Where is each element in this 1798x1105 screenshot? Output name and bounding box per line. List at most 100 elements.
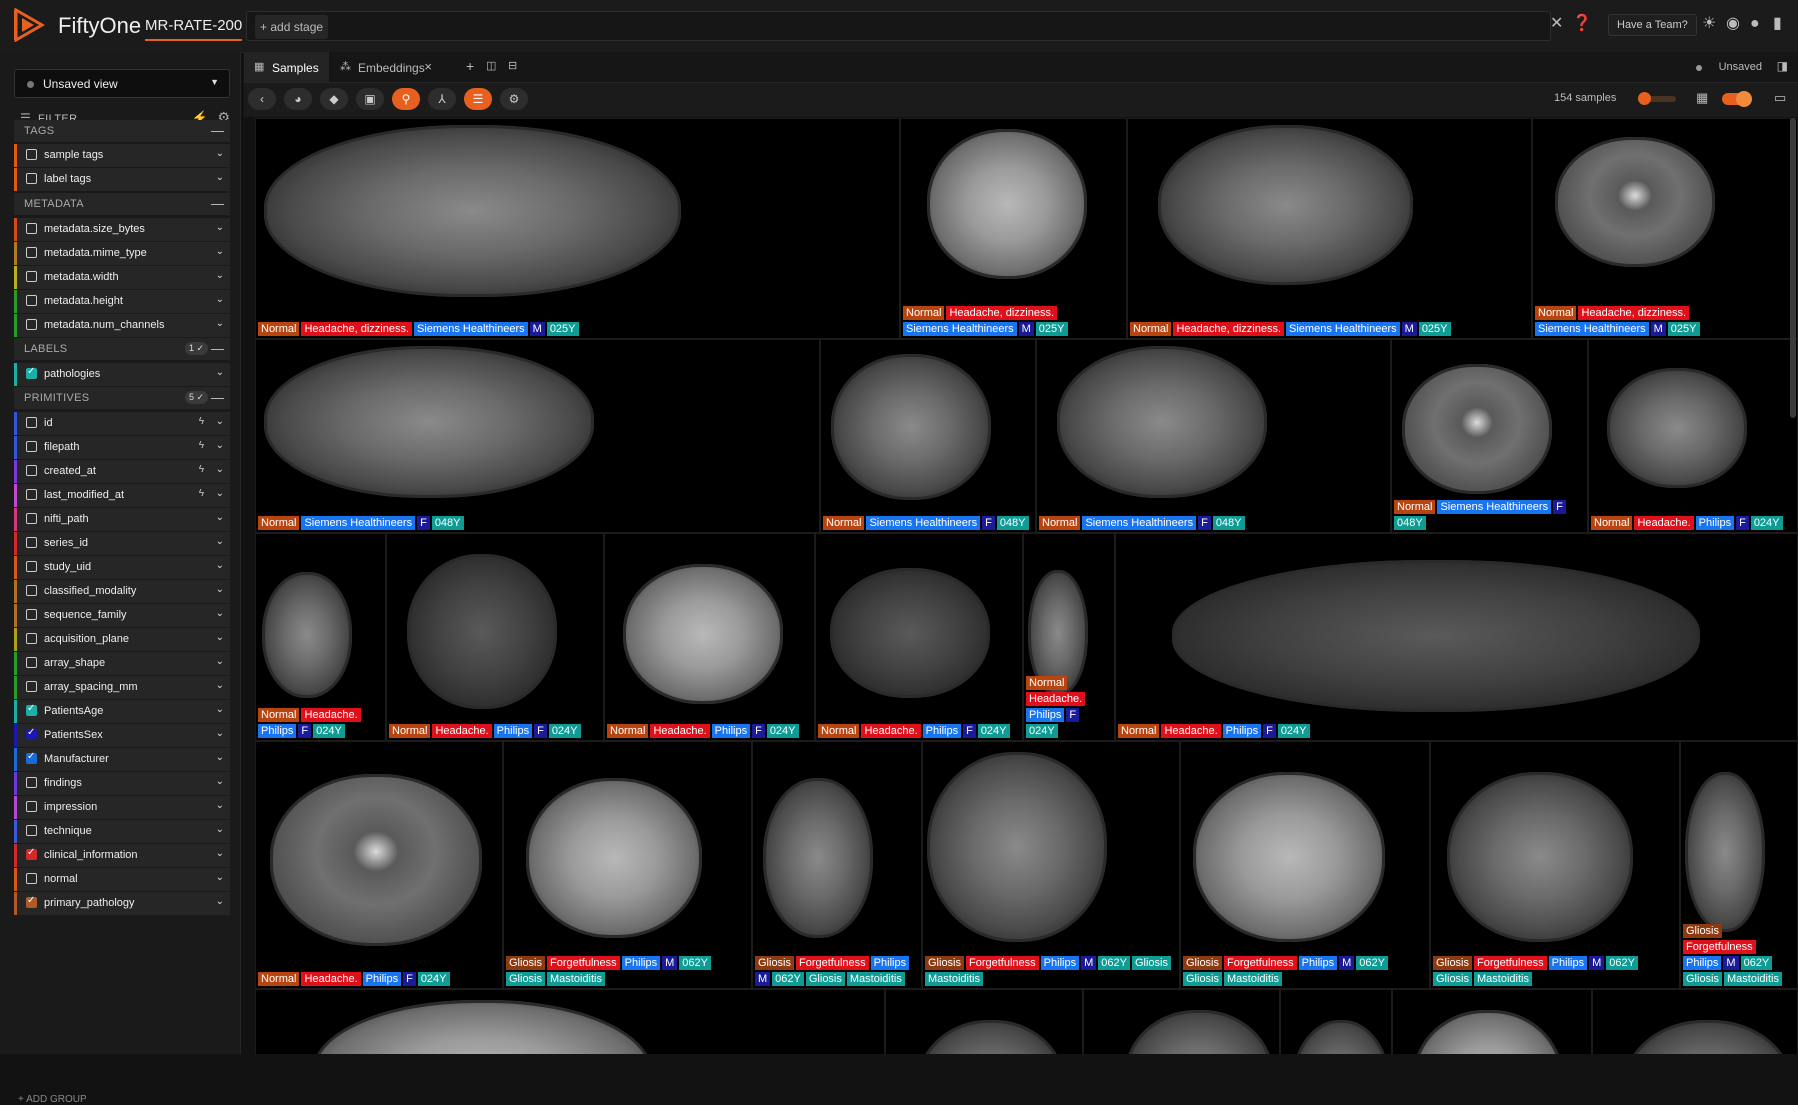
chevron-down-icon[interactable]: ⌄	[216, 440, 224, 451]
split-horizontal-icon[interactable]: ◫	[486, 59, 496, 72]
color-palette-icon[interactable]: ◕	[284, 88, 312, 110]
chevron-down-icon[interactable]: ⌄	[216, 848, 224, 859]
collapse-icon[interactable]: —	[211, 196, 224, 211]
tab-embeddings[interactable]: ⁂ Embeddings ×	[330, 52, 440, 82]
grid-scrollbar[interactable]	[1790, 118, 1796, 418]
github-icon[interactable]: ●	[1750, 15, 1760, 33]
sample-tile[interactable]: Normal Siemens Healthineers F 048Y	[1391, 339, 1588, 533]
sidebar-field-classified-modality[interactable]: classified_modality ⌄	[14, 580, 230, 603]
field-checkbox[interactable]	[26, 727, 37, 740]
sidebar-field-array-spacing-mm[interactable]: array_spacing_mm ⌄	[14, 676, 230, 699]
back-icon[interactable]: ‹	[248, 88, 276, 110]
field-checkbox[interactable]	[26, 465, 37, 476]
collapse-icon[interactable]: —	[211, 123, 224, 138]
sidebar-field-metadata-size-bytes[interactable]: metadata.size_bytes ⌄	[14, 218, 230, 241]
sample-tile[interactable]: Gliosis Forgetfulness Philips M 062Y Gliosis M…	[1680, 741, 1798, 989]
sidebar-field-nifti-path[interactable]: nifti_path ⌄	[14, 508, 230, 531]
field-checkbox[interactable]	[26, 847, 37, 860]
sample-tile[interactable]	[1280, 989, 1392, 1054]
chevron-down-icon[interactable]: ⌄	[216, 896, 224, 907]
section-tags[interactable]: TAGS —	[14, 120, 230, 142]
app-name[interactable]: FiftyOne	[58, 13, 141, 39]
field-checkbox[interactable]	[26, 441, 37, 452]
chevron-down-icon[interactable]: ⌄	[216, 512, 224, 523]
chevron-down-icon[interactable]: ⌄	[216, 294, 224, 305]
sample-tile[interactable]: Normal Headache. Philips F 024Y	[604, 533, 815, 741]
chevron-down-icon[interactable]: ⌄	[216, 608, 224, 619]
sample-tile[interactable]: Normal Headache, dizziness. Siemens Health…	[900, 118, 1127, 339]
sample-tile[interactable]	[1592, 989, 1798, 1054]
field-checkbox[interactable]	[26, 801, 37, 812]
field-checkbox[interactable]	[26, 681, 37, 692]
field-checkbox[interactable]	[26, 271, 37, 282]
docs-icon[interactable]: ▮	[1773, 15, 1782, 33]
chevron-down-icon[interactable]: ⌄	[216, 776, 224, 787]
sidebar-field-series-id[interactable]: series_id ⌄	[14, 532, 230, 555]
chevron-down-icon[interactable]: ⌄	[216, 872, 224, 883]
theme-toggle-icon[interactable]: ☀	[1702, 15, 1716, 33]
sample-tile[interactable]	[885, 989, 1083, 1054]
section-primitives[interactable]: PRIMITIVES 5 ✓ —	[14, 387, 230, 409]
chevron-down-icon[interactable]: ⌄	[216, 488, 224, 499]
sample-tile[interactable]: Normal Headache. Philips F 024Y	[815, 533, 1023, 741]
chevron-down-icon[interactable]: ⌄	[216, 148, 224, 159]
chevron-down-icon[interactable]: ⌄	[216, 246, 224, 257]
view-bar[interactable]: + add stage	[246, 11, 1551, 41]
tag-icon[interactable]: ◆	[320, 88, 348, 110]
dataset-selector[interactable]: MR-RATE-200	[145, 17, 243, 41]
chevron-down-icon[interactable]: ⌄	[216, 656, 224, 667]
sidebar-field-sample-tags[interactable]: sample tags ⌄	[14, 144, 230, 167]
add-panel-icon[interactable]: +	[466, 58, 474, 74]
field-checkbox[interactable]	[26, 895, 37, 908]
help-icon[interactable]: ❓	[1572, 15, 1592, 33]
chevron-down-icon[interactable]: ⌄	[216, 728, 224, 739]
chevron-down-icon[interactable]: ⌄	[216, 222, 224, 233]
sample-tile[interactable]: Gliosis Forgetfulness Philips M 062Y Gliosis M…	[922, 741, 1180, 989]
field-checkbox[interactable]	[26, 633, 37, 644]
sample-tile[interactable]	[1392, 989, 1592, 1054]
sample-tile[interactable]: Normal Headache. Philips F 024Y	[386, 533, 604, 741]
slider-knob[interactable]	[1638, 92, 1651, 105]
sidebar-field-technique[interactable]: technique ⌄	[14, 820, 230, 843]
field-checkbox[interactable]	[26, 777, 37, 788]
sidebar-field-study-uid[interactable]: study_uid ⌄	[14, 556, 230, 579]
field-checkbox[interactable]	[26, 295, 37, 306]
field-checkbox[interactable]	[26, 489, 37, 500]
sidebar-field-impression[interactable]: impression ⌄	[14, 796, 230, 819]
close-tab-icon[interactable]: ×	[424, 59, 432, 74]
chevron-down-icon[interactable]: ⌄	[216, 584, 224, 595]
sidebar-field-primary-pathology[interactable]: primary_pathology ⌄	[14, 892, 230, 915]
layout-icon[interactable]: ◨	[1777, 59, 1788, 73]
grid-zoom-slider[interactable]	[1638, 92, 1676, 105]
sidebar-field-sequence-family[interactable]: sequence_family ⌄	[14, 604, 230, 627]
field-checkbox[interactable]	[26, 585, 37, 596]
add-stage-button[interactable]: + add stage	[255, 15, 329, 39]
field-checkbox[interactable]	[26, 657, 37, 668]
sample-tile[interactable]: Gliosis Forgetfulness Philips M 062Y Gliosis M…	[503, 741, 752, 989]
sidebar-field-patientssex[interactable]: PatientsSex ⌄	[14, 724, 230, 747]
field-checkbox[interactable]	[26, 825, 37, 836]
sample-tile[interactable]: Gliosis Forgetfulness Philips M 062Y Gliosis M…	[752, 741, 922, 989]
clear-view-icon[interactable]: ✕	[1550, 15, 1563, 33]
field-checkbox[interactable]	[26, 513, 37, 524]
field-checkbox[interactable]	[26, 173, 37, 184]
list-icon[interactable]: ☰	[464, 88, 492, 110]
similarity-icon[interactable]: ⅄	[428, 88, 456, 110]
sample-tile[interactable]: Normal Siemens Healthineers F 048Y	[1036, 339, 1391, 533]
add-group-button[interactable]: + ADD GROUP	[18, 1094, 87, 1105]
chevron-down-icon[interactable]: ⌄	[216, 536, 224, 547]
chevron-down-icon[interactable]: ⌄	[216, 752, 224, 763]
toggle-knob[interactable]	[1736, 91, 1752, 107]
sidebar-field-normal[interactable]: normal ⌄	[14, 868, 230, 891]
chevron-down-icon[interactable]: ⌄	[216, 680, 224, 691]
sample-tile[interactable]: Normal Headache, dizziness. Siemens Health…	[1532, 118, 1798, 339]
collapse-icon[interactable]: —	[211, 341, 224, 356]
chevron-down-icon[interactable]: ⌄	[216, 560, 224, 571]
chevron-down-icon[interactable]: ⌄	[216, 172, 224, 183]
split-vertical-icon[interactable]: ⊟	[508, 59, 517, 72]
sidebar-field-manufacturer[interactable]: Manufacturer ⌄	[14, 748, 230, 771]
field-checkbox[interactable]	[26, 703, 37, 716]
sample-tile[interactable]: Normal Headache. Philips F 024Y	[1115, 533, 1798, 741]
field-checkbox[interactable]	[26, 873, 37, 884]
field-checkbox[interactable]	[26, 537, 37, 548]
